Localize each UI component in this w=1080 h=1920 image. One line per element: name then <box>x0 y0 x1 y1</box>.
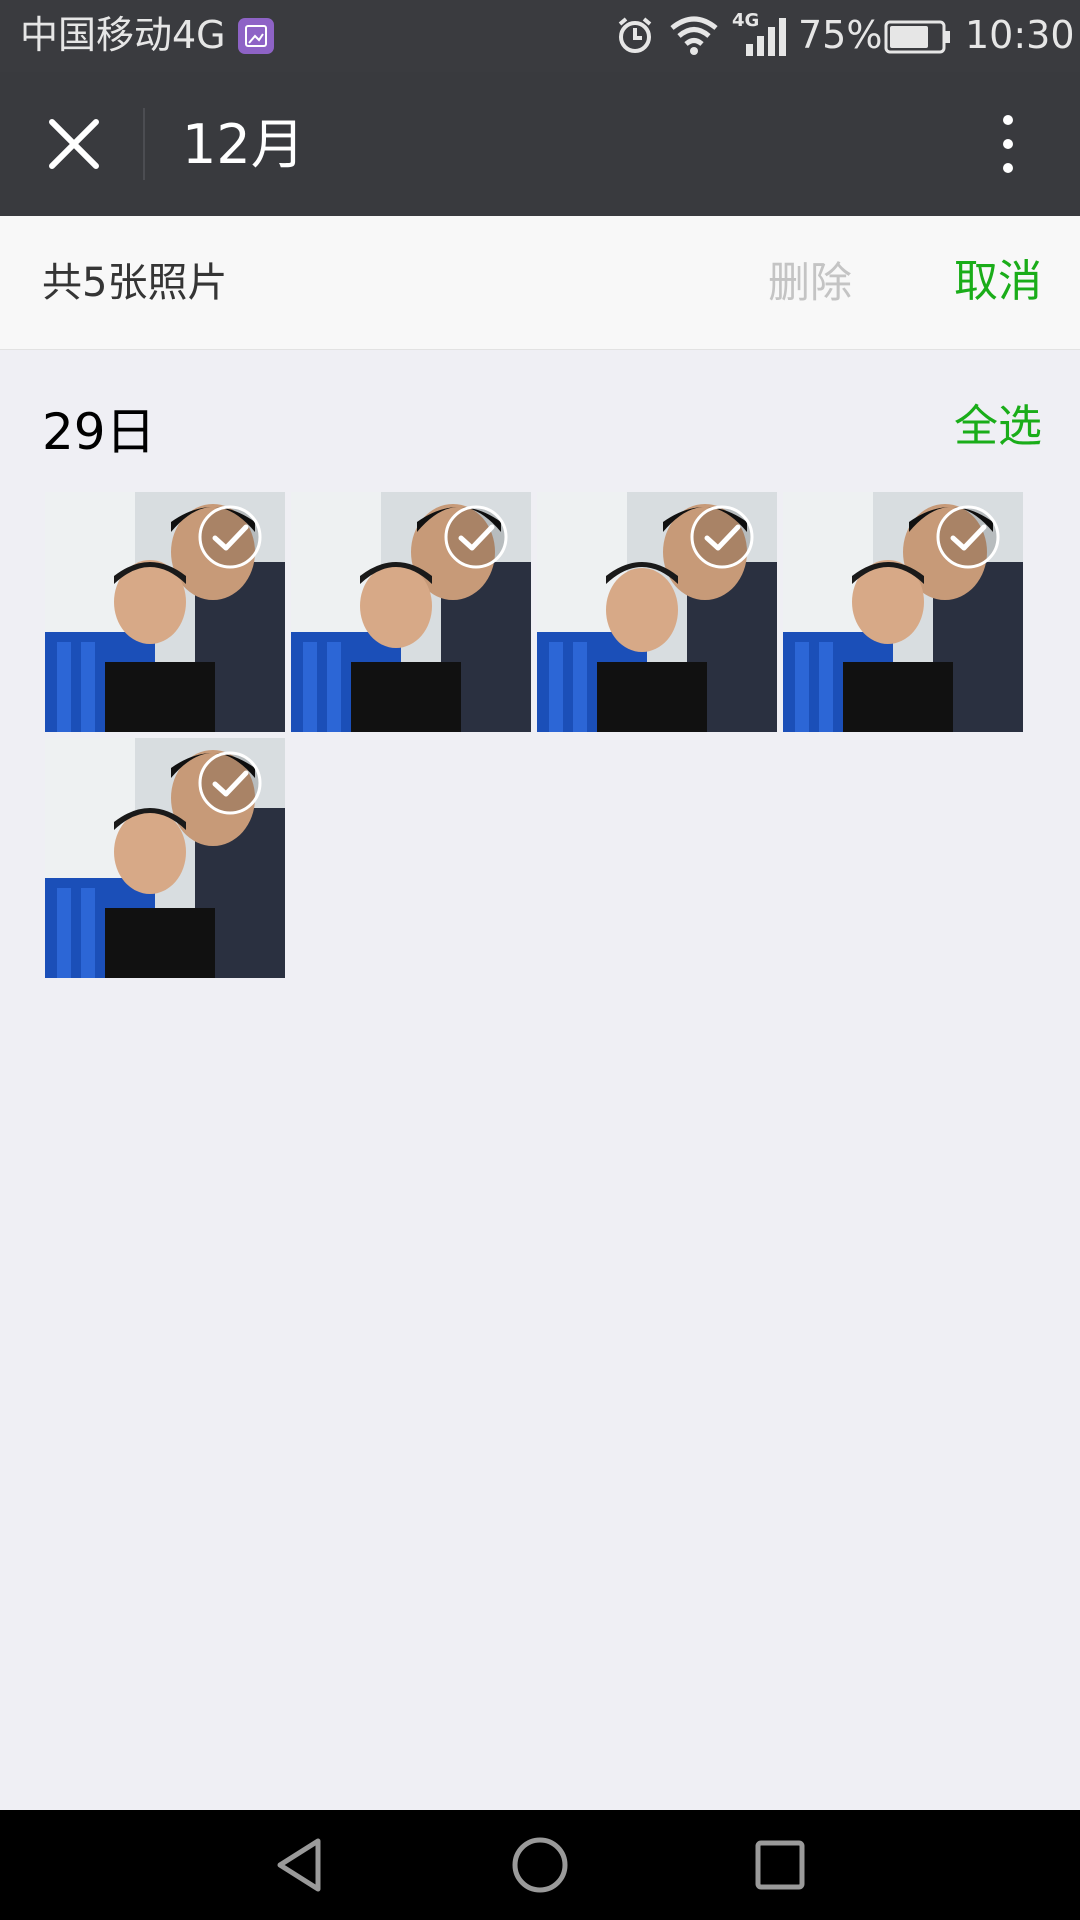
selected-check-icon[interactable] <box>687 502 757 572</box>
selected-check-icon[interactable] <box>933 502 1003 572</box>
system-nav-bar <box>0 1810 1080 1920</box>
page-title: 12月 <box>182 113 305 176</box>
photo-count-label: 共5张照片 <box>42 260 228 306</box>
clock: 10:30 <box>965 13 1075 57</box>
select-all-button[interactable]: 全选 <box>954 400 1042 454</box>
selected-check-icon[interactable] <box>195 502 265 572</box>
carrier-label: 中国移动4G <box>20 13 226 57</box>
selected-check-icon[interactable] <box>441 502 511 572</box>
more-vertical-icon <box>1003 115 1013 173</box>
back-triangle-icon <box>277 1838 321 1892</box>
section-date-header: 29日 <box>42 403 156 461</box>
cancel-button[interactable]: 取消 <box>954 256 1042 308</box>
photo-thumbnail[interactable] <box>783 492 1023 732</box>
wifi-icon <box>668 14 720 60</box>
home-button[interactable] <box>510 1835 570 1895</box>
recents-button[interactable] <box>750 1835 810 1895</box>
status-bar: 中国移动4G 4G 75% 10:30 <box>0 0 1080 72</box>
photo-thumbnail[interactable] <box>537 492 777 732</box>
battery-percent: 75% <box>798 13 883 57</box>
selection-action-bar: 共5张照片 删除 取消 <box>0 216 1080 350</box>
close-icon <box>49 119 99 169</box>
battery-icon <box>884 20 952 58</box>
home-circle-icon <box>512 1837 568 1893</box>
back-button[interactable] <box>270 1835 330 1895</box>
recents-square-icon <box>755 1840 805 1890</box>
photo-thumbnail[interactable] <box>291 492 531 732</box>
title-divider <box>143 108 145 180</box>
selected-check-icon[interactable] <box>195 748 265 818</box>
photo-thumbnail[interactable] <box>45 738 285 978</box>
delete-button[interactable]: 删除 <box>768 258 852 308</box>
signal-icon <box>744 16 790 62</box>
title-bar: 12月 <box>0 72 1080 216</box>
gallery-notification-icon <box>238 18 274 54</box>
photo-thumbnail[interactable] <box>45 492 285 732</box>
close-button[interactable] <box>38 108 110 180</box>
more-button[interactable] <box>990 112 1026 176</box>
alarm-icon <box>614 14 656 60</box>
